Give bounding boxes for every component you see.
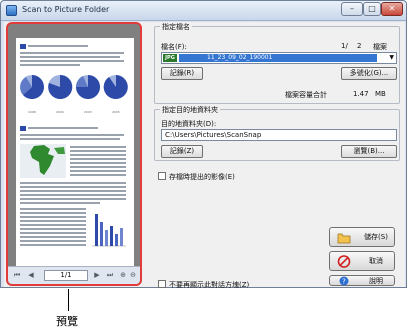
thumbnail-world-map (20, 144, 66, 178)
page-total: 2 (357, 42, 362, 50)
window-title: Scan to Picture Folder (22, 5, 110, 14)
file-name-group-title: 指定檔名 (160, 22, 192, 32)
thumbnail-bar-chart (92, 214, 126, 247)
cancel-button[interactable]: 取消 (329, 251, 395, 271)
close-button[interactable]: ✕ (381, 2, 403, 16)
dont-show-again-checkbox[interactable] (158, 280, 166, 288)
cancel-button-label: 取消 (369, 257, 383, 265)
record-file-name-button[interactable]: 記錄(R) (161, 67, 203, 80)
total-size-value: 1.47 (353, 90, 369, 98)
pie-label: 1998 (28, 110, 36, 114)
pie-label: 2000 (56, 110, 64, 114)
page-counter: 1/ (341, 42, 348, 50)
scan-dialog-window: Scan to Picture Folder – □ ✕ 1998 2000 2… (0, 0, 407, 289)
page-number-field[interactable]: 1/1 (44, 270, 88, 281)
next-page-icon[interactable]: ▶ (92, 270, 102, 281)
pie-label: 2003 (84, 110, 92, 114)
file-name-group: 指定檔名 檔名(F): 1/ 2 檔案 JPG 11_23_09_02_1900… (154, 22, 400, 104)
record-folder-button[interactable]: 記錄(Z) (161, 145, 203, 158)
save-folder-icon (337, 233, 351, 244)
last-page-icon[interactable]: ⏭ (105, 270, 115, 281)
pie-chart (75, 75, 100, 99)
file-name-value: 11_23_09_02_190001 (179, 54, 377, 62)
minimize-button[interactable]: – (341, 2, 363, 16)
preview-pane[interactable]: 1998 2000 2003 2005 ⏮ ◀ 1/1 ▶ ⏭ ⊕ ⊖ (6, 22, 142, 286)
browse-button[interactable]: 瀏覽(B)... (341, 145, 397, 158)
jpg-file-icon: JPG (163, 54, 177, 62)
destination-folder-field[interactable]: C:\Users\Pictures\ScanSnap (161, 129, 397, 141)
total-size-unit: MB (375, 90, 386, 98)
svg-text:?: ? (342, 278, 346, 286)
minimize-icon: – (350, 4, 354, 13)
zoom-out-icon[interactable]: ⊖ (128, 270, 138, 281)
thumbnail-heading-marker (20, 44, 26, 49)
help-button[interactable]: ? 說明 (329, 275, 395, 286)
preview-page-thumbnail: 1998 2000 2003 2005 (16, 38, 134, 266)
pie-chart (48, 74, 73, 99)
total-size-label: 檔案容量合計 (285, 91, 327, 99)
close-icon: ✕ (388, 4, 396, 13)
destination-folder-group: 指定目的地資料夾 目的地資料夾(D): C:\Users\Pictures\Sc… (154, 105, 400, 161)
file-name-combobox[interactable]: JPG 11_23_09_02_190001 ▼ (161, 52, 397, 64)
advanced-button[interactable]: 多號化(G)... (341, 67, 397, 80)
save-button[interactable]: 儲存(S) (329, 227, 395, 247)
pie-chart (103, 75, 128, 99)
dont-show-again-label: 不要再顯示此對話方塊(Z) (169, 281, 250, 289)
save-exported-checkbox[interactable] (158, 172, 166, 180)
thumbnail-heading-marker (20, 126, 26, 131)
app-icon (6, 5, 17, 16)
help-icon: ? (339, 276, 349, 286)
pie-label: 2005 (112, 110, 120, 114)
files-label: 檔案 (373, 43, 387, 51)
save-button-label: 儲存(S) (364, 233, 388, 241)
file-name-label: 檔名(F): (161, 43, 187, 51)
preview-navigation-bar: ⏮ ◀ 1/1 ▶ ⏭ ⊕ ⊖ (8, 266, 140, 284)
pie-label-row: 1998 2000 2003 2005 (18, 110, 132, 118)
previous-page-icon[interactable]: ◀ (26, 270, 36, 281)
cancel-icon (337, 255, 351, 268)
callout-line (68, 289, 69, 311)
preview-callout-label: 預覽 (56, 315, 78, 328)
destination-folder-label: 目的地資料夾(D): (161, 120, 217, 128)
destination-group-title: 指定目的地資料夾 (160, 105, 220, 115)
chevron-down-icon[interactable]: ▼ (389, 53, 394, 63)
zoom-in-icon[interactable]: ⊕ (118, 270, 128, 281)
pie-chart (20, 75, 44, 99)
first-page-icon[interactable]: ⏮ (12, 270, 22, 281)
title-bar[interactable]: Scan to Picture Folder – □ ✕ (1, 1, 406, 21)
help-button-label: 說明 (369, 277, 383, 285)
save-exported-label: 存檔時提出的影像(E) (169, 173, 235, 181)
maximize-icon: □ (368, 4, 376, 13)
maximize-button[interactable]: □ (363, 2, 381, 16)
dialog-body: 1998 2000 2003 2005 ⏮ ◀ 1/1 ▶ ⏭ ⊕ ⊖ 指定檔名… (4, 22, 405, 289)
thumbnail-pie-charts (20, 74, 128, 99)
